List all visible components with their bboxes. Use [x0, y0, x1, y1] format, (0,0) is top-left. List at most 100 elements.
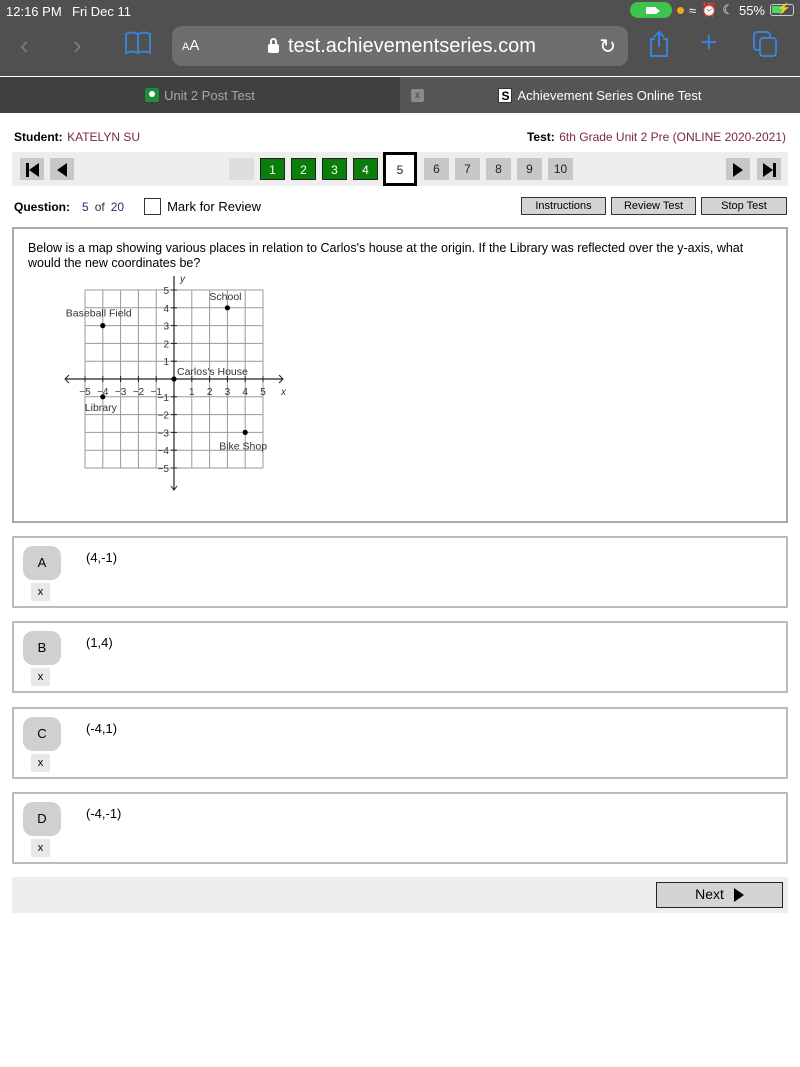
question-button-9[interactable]: 9 — [517, 158, 542, 180]
question-total: 20 — [110, 199, 125, 214]
map-point — [224, 305, 230, 311]
choice-letter-button[interactable]: B — [23, 631, 61, 665]
eliminate-choice-button[interactable]: x — [31, 839, 50, 857]
tab-close-icon[interactable]: x — [411, 89, 424, 102]
nav-blank-slot — [229, 158, 254, 180]
url-text[interactable]: test.achievementseries.com — [288, 35, 536, 58]
y-tick-label: 5 — [163, 286, 169, 297]
forward-icon[interactable]: › — [73, 30, 82, 60]
next-question-nav-button[interactable] — [726, 158, 750, 180]
status-bar: 12:16 PM Fri Dec 11 ≈ ⏰ ☾ 55% ⚡ — [0, 0, 800, 22]
last-question-button[interactable] — [757, 158, 781, 180]
moon-icon: ☾ — [722, 2, 734, 17]
tab-unit-2-post-test[interactable]: Unit 2 Post Test — [0, 77, 400, 113]
status-time: 12:16 PM — [6, 4, 62, 19]
x-tick-label: −3 — [115, 387, 127, 398]
y-tick-label: 1 — [163, 357, 169, 368]
battery-percent: 55% — [738, 2, 765, 18]
alarm-icon: ⏰ — [701, 2, 718, 17]
answer-choice-b[interactable]: B x (1,4) — [12, 621, 788, 693]
question-panel: Below is a map showing various places in… — [12, 227, 788, 523]
first-icon — [25, 162, 39, 177]
choice-letter-button[interactable]: D — [23, 802, 61, 836]
map-point-label: Baseball Field — [66, 308, 132, 320]
choice-text: (-4,1) — [86, 721, 118, 736]
choice-letter-button[interactable]: A — [23, 546, 61, 580]
tabs-overview-icon[interactable] — [752, 30, 778, 63]
question-button-8[interactable]: 8 — [486, 158, 511, 180]
eliminate-choice-button[interactable]: x — [31, 754, 50, 772]
question-button-1[interactable]: 1 — [260, 158, 285, 180]
x-tick-label: 5 — [260, 387, 266, 398]
test-info: Test: 6th Grade Unit 2 Pre (ONLINE 2020-… — [527, 128, 786, 146]
text-size-button[interactable]: AA — [182, 37, 199, 54]
lock-icon — [268, 38, 279, 53]
battery-icon: ⚡ — [770, 3, 794, 16]
question-button-5[interactable]: 5 — [383, 152, 417, 186]
next-icon — [733, 162, 743, 177]
browser-chrome: 12:16 PM Fri Dec 11 ≈ ⏰ ☾ 55% ⚡ ‹ › AA t… — [0, 0, 800, 76]
map-point — [171, 376, 177, 382]
question-button-6[interactable]: 6 — [424, 158, 449, 180]
question-navigator: 1 2 3 4 5 6 7 8 9 10 — [12, 152, 788, 186]
question-button-4[interactable]: 4 — [353, 158, 378, 180]
microphone-dot-icon — [676, 6, 684, 14]
status-date: Fri Dec 11 — [72, 4, 131, 19]
map-point-label: Carlos's House — [177, 366, 248, 378]
y-tick-label: −2 — [158, 411, 170, 422]
student-info: Student: KATELYN SU — [14, 128, 140, 146]
play-arrow-icon — [733, 888, 744, 903]
x-tick-label: −5 — [79, 387, 91, 398]
facetime-indicator[interactable] — [629, 2, 672, 18]
eliminate-choice-button[interactable]: x — [31, 583, 50, 601]
choice-letter-button[interactable]: C — [23, 717, 61, 751]
status-indicators: ≈ ⏰ ☾ 55% ⚡ — [629, 2, 794, 18]
review-test-button[interactable]: Review Test — [611, 197, 696, 215]
question-button-2[interactable]: 2 — [291, 158, 316, 180]
map-point-label: Bike Shop — [219, 440, 267, 452]
achievement-series-icon: S — [498, 87, 513, 103]
question-counter: Question: 5 of 20 Mark for Review — [14, 198, 261, 215]
question-button-10[interactable]: 10 — [548, 158, 573, 180]
x-tick-label: 3 — [225, 387, 231, 398]
bookmarks-icon[interactable] — [124, 30, 152, 61]
next-button[interactable]: Next — [656, 882, 783, 908]
y-tick-label: −1 — [158, 393, 170, 404]
mark-for-review-checkbox[interactable] — [144, 198, 162, 215]
x-tick-label: 1 — [189, 387, 195, 398]
tab-label: Achievement Series Online Test — [517, 87, 702, 103]
mark-for-review-label[interactable]: Mark for Review — [167, 199, 261, 214]
choice-text: (-4,-1) — [86, 806, 122, 821]
map-point — [100, 394, 106, 400]
y-tick-label: −3 — [158, 428, 170, 439]
student-name: KATELYN SU — [67, 130, 141, 144]
x-tick-label: −2 — [133, 387, 145, 398]
address-bar[interactable]: AA test.achievementseries.com ↻ — [172, 26, 628, 66]
y-tick-label: −5 — [158, 464, 170, 475]
reload-icon[interactable]: ↻ — [599, 34, 616, 59]
next-button-label: Next — [695, 886, 724, 902]
eliminate-choice-button[interactable]: x — [31, 668, 50, 686]
previous-question-button[interactable] — [50, 158, 74, 180]
map-point-label: School — [209, 291, 241, 303]
tab-achievement-series[interactable]: S Achievement Series Online Test — [400, 77, 800, 113]
answer-choice-c[interactable]: C x (-4,1) — [12, 707, 788, 779]
last-icon — [762, 162, 776, 177]
answer-choice-d[interactable]: D x (-4,-1) — [12, 792, 788, 864]
wifi-icon: ≈ — [688, 2, 697, 18]
y-tick-label: −4 — [158, 446, 170, 457]
student-label: Student: — [14, 130, 63, 144]
question-button-3[interactable]: 3 — [322, 158, 347, 180]
back-icon[interactable]: ‹ — [20, 30, 29, 60]
first-question-button[interactable] — [20, 158, 44, 180]
answer-choice-a[interactable]: A x (4,-1) — [12, 536, 788, 608]
stop-test-button[interactable]: Stop Test — [701, 197, 787, 215]
map-point — [100, 323, 106, 329]
share-icon[interactable] — [648, 30, 670, 63]
question-label: Question: — [14, 199, 70, 214]
new-tab-icon[interactable]: + — [700, 28, 718, 58]
google-classroom-icon — [145, 88, 160, 102]
question-button-7[interactable]: 7 — [455, 158, 480, 180]
instructions-button[interactable]: Instructions — [521, 197, 606, 215]
coordinate-map: xy−5 −4 −3 −2 −1 1 2 3 4 554321−1−2−3−4−5Baseball… — [64, 274, 287, 491]
